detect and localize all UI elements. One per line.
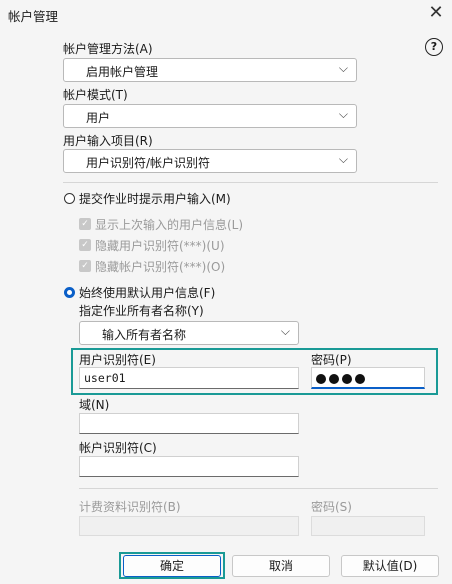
checkmark-icon[interactable]: ✓ [79, 239, 91, 251]
account-id-label: 帐户识别符(C) [79, 441, 157, 455]
account-id-input[interactable] [79, 456, 299, 477]
input-item-value: 用户识别符/帐户识别符 [86, 156, 211, 170]
user-id-input[interactable]: user01 [79, 367, 299, 389]
mode-label: 帐户模式(T) [63, 88, 128, 102]
hide-account-id-label[interactable]: 隐藏帐户识别符(***)(O) [95, 258, 225, 275]
chevron-down-icon: ⌵ [280, 324, 290, 338]
separator [63, 182, 438, 183]
password-dots [316, 373, 368, 387]
dialog-title: 帐户管理 [8, 9, 59, 24]
chevron-down-icon: ⌵ [338, 152, 348, 166]
user-id-label: 用户识别符(E) [79, 353, 156, 367]
account-management-dialog: 帐户管理 ✕ ? 帐户管理方法(A) 启用帐户管理 ⌵ 帐户模式(T) 用户 ⌵… [0, 0, 452, 584]
input-item-select[interactable]: 用户识别符/帐户识别符 ⌵ [63, 149, 357, 173]
billing-id-input [79, 516, 299, 536]
billing-password-label: 密码(S) [311, 500, 352, 514]
billing-password-input [311, 516, 425, 536]
domain-label: 域(N) [79, 398, 110, 412]
owner-label: 指定作业所有者名称(Y) [79, 304, 204, 318]
prompt-option-label[interactable]: 提交作业时提示用户输入(M) [79, 190, 231, 207]
cancel-button[interactable]: 取消 [232, 555, 330, 577]
password-label: 密码(P) [311, 353, 352, 367]
chevron-down-icon: ⌵ [338, 107, 348, 121]
checkmark-icon[interactable]: ✓ [79, 218, 91, 230]
default-option-label[interactable]: 始终使用默认用户信息(F) [79, 284, 215, 301]
password-input[interactable] [311, 367, 425, 389]
separator [79, 488, 438, 489]
checkmark-icon[interactable]: ✓ [79, 260, 91, 272]
input-item-label: 用户输入项目(R) [63, 134, 153, 148]
method-select[interactable]: 启用帐户管理 ⌵ [63, 58, 357, 82]
owner-value: 输入所有者名称 [102, 328, 187, 342]
method-label: 帐户管理方法(A) [63, 42, 153, 56]
close-icon[interactable]: ✕ [426, 2, 446, 24]
mode-select[interactable]: 用户 ⌵ [63, 104, 357, 128]
domain-input[interactable] [79, 413, 299, 434]
owner-select[interactable]: 输入所有者名称 ⌵ [79, 321, 299, 345]
chevron-down-icon: ⌵ [338, 61, 348, 75]
ok-button[interactable]: 确定 [123, 555, 221, 577]
default-radio[interactable] [64, 287, 75, 298]
show-last-user-label[interactable]: 显示上次输入的用户信息(L) [95, 216, 243, 233]
user-id-value: user01 [84, 371, 126, 385]
prompt-radio[interactable] [64, 193, 75, 204]
mode-value: 用户 [86, 111, 111, 125]
hide-user-id-label[interactable]: 隐藏用户识别符(***)(U) [95, 237, 225, 254]
default-button[interactable]: 默认值(D) [341, 555, 439, 577]
method-value: 启用帐户管理 [86, 65, 159, 79]
billing-id-label: 计费资料识别符(B) [79, 500, 181, 514]
help-icon[interactable]: ? [425, 38, 443, 56]
